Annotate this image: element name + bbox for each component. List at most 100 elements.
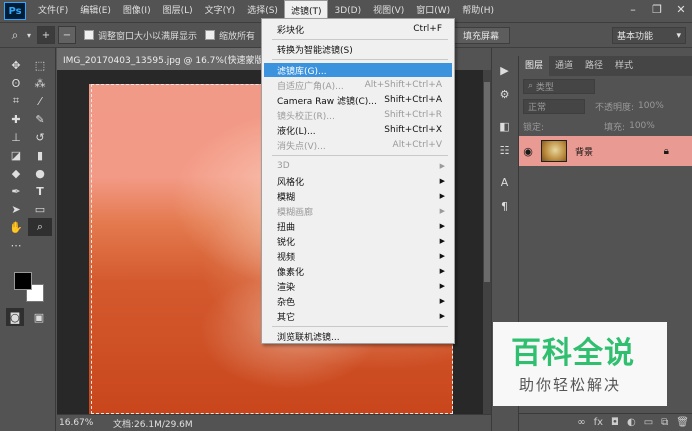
screen-mode-icon[interactable]: ▣: [30, 308, 48, 326]
zoom-tool-icon[interactable]: ⌕: [28, 218, 52, 236]
menu-item-3d[interactable]: 3D ▶: [264, 159, 452, 173]
gradient-tool-icon[interactable]: ▮: [28, 146, 52, 164]
menu-item-convert-smart-filters[interactable]: 转换为智能滤镜(S): [264, 42, 452, 56]
menu-item-shortcut: Ctrl+F: [413, 24, 442, 34]
panel-grip[interactable]: [0, 48, 55, 56]
zoom-level[interactable]: 16.67%: [57, 418, 93, 428]
zoom-all-label: 缩放所有: [219, 31, 256, 42]
paragraph-panel-icon[interactable]: ¶: [495, 196, 515, 216]
menu-item-noise[interactable]: 杂色 ▶: [264, 294, 452, 308]
menu-item-vanishing-point[interactable]: 消失点(V)... Alt+Ctrl+V: [264, 138, 452, 152]
vertical-scroll-thumb[interactable]: [484, 82, 490, 282]
menu-file[interactable]: 文件(F): [32, 0, 74, 22]
menu-item-liquify[interactable]: 液化(L)... Shift+Ctrl+X: [264, 123, 452, 137]
add-mask-icon[interactable]: ◘: [611, 417, 619, 428]
submenu-arrow-icon: ▶: [439, 222, 445, 230]
zoom-tool-preset-icon[interactable]: ⌕: [6, 26, 24, 44]
menu-item-video[interactable]: 视频 ▶: [264, 249, 452, 263]
menu-item-camera-raw-filter[interactable]: Camera Raw 滤镜(C)... Shift+Ctrl+A: [264, 93, 452, 107]
menu-type[interactable]: 文字(Y): [199, 0, 242, 22]
fill-screen-button[interactable]: 填充屏幕: [452, 27, 510, 44]
eyedropper-tool-icon[interactable]: ⁄: [28, 92, 52, 110]
menu-item-browse-filters-online[interactable]: 浏览联机滤镜...: [264, 329, 452, 343]
opacity-value[interactable]: 100%: [638, 101, 664, 111]
menu-item-adaptive-wide-angle[interactable]: 自适应广角(A)... Alt+Shift+Ctrl+A: [264, 78, 452, 92]
menu-item-sharpen[interactable]: 锐化 ▶: [264, 234, 452, 248]
eraser-tool-icon[interactable]: ◪: [4, 146, 28, 164]
history-brush-tool-icon[interactable]: ↺: [28, 128, 52, 146]
new-layer-icon[interactable]: ⧉: [661, 417, 668, 428]
adjustment-layer-icon[interactable]: ◐: [627, 417, 636, 428]
menu-item-lens-correction[interactable]: 镜头校正(R)... Shift+Ctrl+R: [264, 108, 452, 122]
menu-item-label: 其它: [277, 312, 296, 323]
workspace-select[interactable]: 基本功能 ▾: [612, 27, 686, 44]
marquee-tool-icon[interactable]: ⬚: [28, 56, 52, 74]
menu-item-blur-gallery[interactable]: 模糊画廊 ▶: [264, 204, 452, 218]
close-icon[interactable]: ✕: [674, 2, 688, 16]
eye-visibility-icon[interactable]: ◉: [519, 145, 537, 158]
restore-icon[interactable]: ❐: [650, 2, 664, 16]
workspace-value: 基本功能: [617, 32, 654, 42]
path-selection-tool-icon[interactable]: ➤: [4, 200, 28, 218]
blend-mode-select[interactable]: 正常: [523, 98, 585, 114]
lasso-tool-icon[interactable]: ʘ: [4, 74, 28, 92]
fx-icon[interactable]: fx: [594, 417, 603, 428]
menu-layer[interactable]: 图层(L): [157, 0, 199, 22]
menu-item-blur[interactable]: 模糊 ▶: [264, 189, 452, 203]
foreground-color-swatch[interactable]: [14, 272, 32, 290]
menu-item-label: 扭曲: [277, 222, 296, 233]
clone-stamp-tool-icon[interactable]: ⊥: [4, 128, 28, 146]
trash-icon[interactable]: 🗑︎: [676, 417, 689, 428]
type-tool-icon[interactable]: T: [28, 182, 52, 200]
tab-paths[interactable]: 路径: [579, 56, 609, 76]
tab-styles[interactable]: 样式: [609, 56, 639, 76]
tab-channels[interactable]: 通道: [549, 56, 579, 76]
zoom-all-checkbox[interactable]: [205, 30, 216, 40]
menu-edit[interactable]: 编辑(E): [74, 0, 117, 22]
menu-item-shortcut: Shift+Ctrl+R: [384, 110, 442, 120]
submenu-arrow-icon: ▶: [439, 237, 445, 245]
zoom-in-icon[interactable]: +: [37, 26, 55, 44]
move-tool-icon[interactable]: ✥: [4, 56, 28, 74]
new-group-icon[interactable]: ▭: [644, 417, 653, 428]
magic-wand-tool-icon[interactable]: ⁂: [28, 74, 52, 92]
menu-item-other[interactable]: 其它 ▶: [264, 309, 452, 323]
lock-icon: 🔒︎: [663, 145, 669, 157]
resize-windows-checkbox[interactable]: [84, 30, 94, 40]
history-panel-icon[interactable]: ▶: [495, 60, 515, 80]
layer-row-background[interactable]: ◉ 背景 🔒︎: [519, 136, 692, 166]
menu-item-render[interactable]: 渲染 ▶: [264, 279, 452, 293]
menu-item-stylize[interactable]: 风格化 ▶: [264, 174, 452, 188]
blur-tool-icon[interactable]: ◆: [4, 164, 28, 182]
menu-item-pixelate[interactable]: 像素化 ▶: [264, 264, 452, 278]
hand-tool-icon[interactable]: ✋: [4, 218, 28, 236]
brush-tool-icon[interactable]: ✎: [28, 110, 52, 128]
character-panel-icon[interactable]: A: [495, 172, 515, 192]
document-tab[interactable]: IMG_20170403_13595.jpg @ 16.7%(快速蒙版/8) *…: [57, 48, 277, 70]
menu-item-distort[interactable]: 扭曲 ▶: [264, 219, 452, 233]
menu-item-filter-gallery[interactable]: 滤镜库(G)...: [264, 63, 452, 77]
submenu-arrow-icon: ▶: [439, 312, 445, 320]
fill-value[interactable]: 100%: [629, 121, 655, 131]
menu-help[interactable]: 帮助(H): [456, 0, 500, 22]
chevron-down-icon[interactable]: ▾: [24, 26, 34, 44]
menu-item-last-filter[interactable]: 彩块化 Ctrl+F: [264, 22, 452, 36]
properties-panel-icon[interactable]: ◧: [495, 116, 515, 136]
libraries-panel-icon[interactable]: ☷: [495, 140, 515, 160]
link-layers-icon[interactable]: ∞: [577, 417, 585, 428]
submenu-arrow-icon: ▶: [439, 267, 445, 275]
pen-tool-icon[interactable]: ✒: [4, 182, 28, 200]
tab-layers[interactable]: 图层: [519, 56, 550, 76]
menu-image[interactable]: 图像(I): [117, 0, 157, 22]
healing-brush-tool-icon[interactable]: ✚: [4, 110, 28, 128]
shape-tool-icon[interactable]: ▭: [28, 200, 52, 218]
zoom-out-icon[interactable]: −: [58, 26, 76, 44]
actions-panel-icon[interactable]: ⚙: [495, 84, 515, 104]
quick-mask-icon[interactable]: ◙: [6, 308, 24, 326]
minimize-icon[interactable]: –: [626, 2, 640, 16]
crop-tool-icon[interactable]: ⌗: [4, 92, 28, 110]
layer-kind-filter[interactable]: ⌕ 类型: [523, 78, 595, 94]
more-tools-icon[interactable]: ⋯: [4, 236, 28, 254]
vertical-scrollbar[interactable]: [483, 70, 491, 414]
dodge-tool-icon[interactable]: ●: [28, 164, 52, 182]
